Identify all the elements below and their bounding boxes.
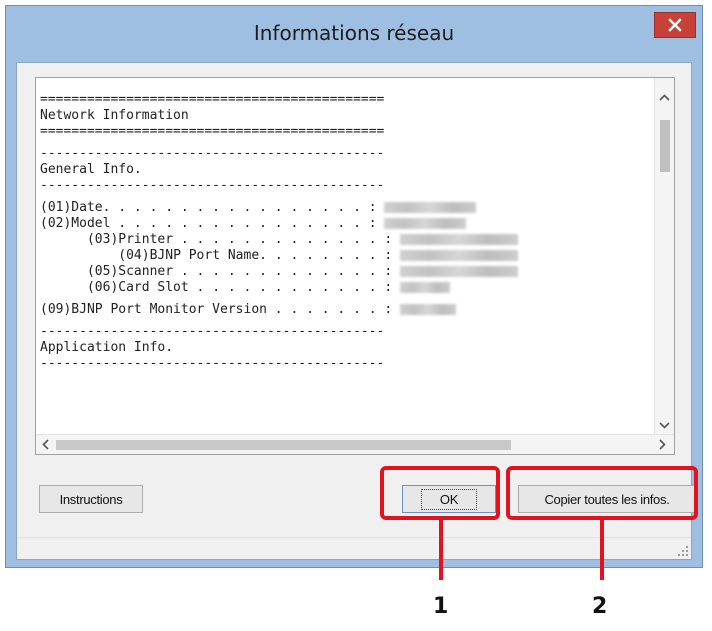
info-row-printer: (03)Printer . . . . . . . . . . . . . : xyxy=(40,232,519,247)
heading-network-information: Network Information xyxy=(40,108,189,123)
separator-line: ========================================… xyxy=(40,92,385,107)
callout-number-2: 2 xyxy=(592,594,608,619)
callout-leader-line xyxy=(439,520,443,580)
callout-copy-highlight xyxy=(506,466,698,520)
close-icon xyxy=(668,18,682,32)
redacted-value xyxy=(400,304,457,315)
vertical-scrollbar[interactable] xyxy=(654,78,674,435)
dash-line: ----------------------------------------… xyxy=(40,356,385,371)
scroll-left-icon[interactable] xyxy=(42,439,49,450)
close-button[interactable] xyxy=(654,12,696,38)
info-row-port-monitor-version: (09)BJNP Port Monitor Version . . . . . … xyxy=(40,302,457,317)
window-title: Informations réseau xyxy=(253,21,455,45)
redacted-value xyxy=(400,250,519,261)
title-bar[interactable]: Informations réseau xyxy=(6,6,702,62)
separator-line: ========================================… xyxy=(40,124,385,139)
callout-ok-highlight xyxy=(380,466,500,520)
redacted-value xyxy=(384,202,477,213)
redacted-value xyxy=(400,234,519,245)
info-row-scanner: (05)Scanner . . . . . . . . . . . . . : xyxy=(40,264,519,279)
scroll-right-icon[interactable] xyxy=(659,439,666,450)
resize-grip-icon[interactable] xyxy=(677,545,689,557)
instructions-button[interactable]: Instructions xyxy=(39,485,143,513)
status-bar xyxy=(17,537,691,559)
scroll-down-icon[interactable] xyxy=(659,422,670,429)
callout-leader-line xyxy=(600,520,604,580)
network-info-textbox[interactable]: ========================================… xyxy=(35,77,675,455)
info-row-bjnp-port-name: (04)BJNP Port Name. . . . . . . . : xyxy=(40,248,519,263)
heading-general-info: General Info. xyxy=(40,162,142,177)
callout-number-1: 1 xyxy=(433,594,449,619)
dash-line: ----------------------------------------… xyxy=(40,178,385,193)
scroll-up-icon[interactable] xyxy=(659,94,670,101)
redacted-value xyxy=(400,282,451,293)
heading-application-info: Application Info. xyxy=(40,340,174,355)
info-row-card-slot: (06)Card Slot . . . . . . . . . . . . : xyxy=(40,280,451,295)
dash-line: ----------------------------------------… xyxy=(40,146,385,161)
redacted-value xyxy=(400,266,519,277)
dash-line: ----------------------------------------… xyxy=(40,324,385,339)
info-row-model: (02)Model . . . . . . . . . . . . . . . … xyxy=(40,216,467,231)
info-row-date: (01)Date. . . . . . . . . . . . . . . . … xyxy=(40,200,477,215)
info-content: ========================================… xyxy=(40,92,650,430)
redacted-value xyxy=(384,218,467,229)
vertical-scroll-thumb[interactable] xyxy=(660,120,670,172)
horizontal-scroll-thumb[interactable] xyxy=(56,440,511,450)
horizontal-scrollbar[interactable] xyxy=(36,434,674,454)
